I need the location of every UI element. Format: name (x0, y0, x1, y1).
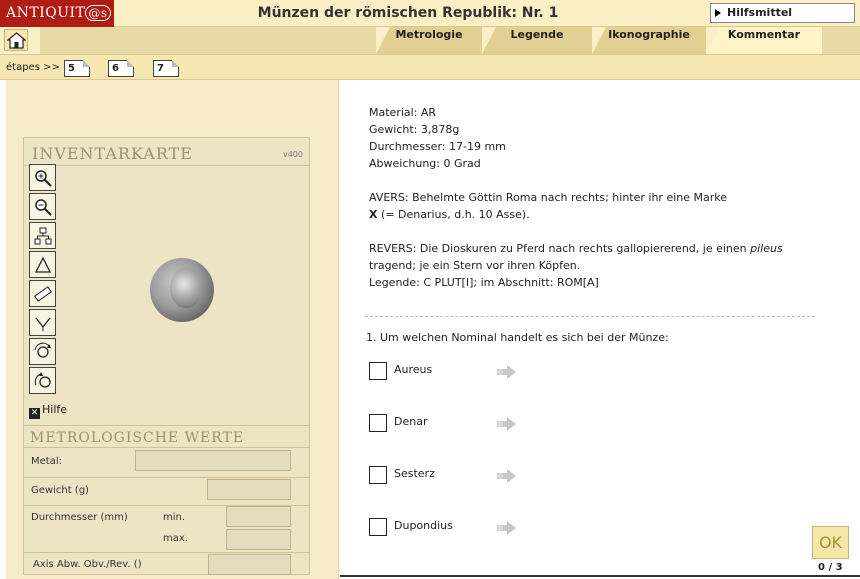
arrow-right-icon[interactable] (497, 469, 519, 483)
steps-bar: étapes >> 5 6 7 (0, 54, 860, 80)
checkbox-checked-icon: ✕ (29, 408, 40, 419)
ruler-button[interactable] (29, 280, 56, 307)
tab-label: Legende (510, 28, 564, 41)
hilfsmittel-dropdown[interactable]: Hilfsmittel (710, 3, 855, 23)
avers-text: AVERS: Behelmte Göttin Roma nach rechts;… (369, 191, 728, 204)
card-version: v400 (282, 150, 303, 159)
card-title: INVENTARKARTE (32, 144, 193, 163)
diameter-min-label: min. (163, 512, 186, 523)
tab-legende[interactable]: Legende (482, 27, 592, 54)
arrow-right-icon[interactable] (497, 417, 519, 431)
revers-prefix: REVERS: Die Dioskuren zu Pferd nach rech… (369, 242, 751, 255)
metrology-title: METROLOGISCHE WERTE (30, 430, 245, 446)
metal-row: Metal: (24, 447, 309, 477)
scale-button[interactable] (29, 309, 56, 336)
home-icon (7, 32, 26, 49)
weight-row: Gewicht (g) (24, 477, 309, 505)
triangle-icon (34, 256, 52, 273)
card-divider (24, 165, 309, 166)
bottom-scrollbar[interactable] (340, 575, 860, 577)
axis-field[interactable] (208, 554, 291, 575)
zoom-out-button[interactable] (29, 193, 56, 220)
page-title: Münzen der römischen Republik: Nr. 1 (257, 5, 559, 21)
coin-image[interactable] (150, 258, 214, 322)
option-checkbox[interactable] (369, 362, 387, 380)
flip-icon (34, 372, 51, 388)
option-label: Dupondius (394, 519, 453, 532)
option-label: Denar (394, 415, 428, 428)
tab-label: Ikonographie (608, 28, 690, 41)
axis-label: Axis Abw. Obv./Rev. () (33, 559, 142, 570)
zoom-out-icon (35, 199, 52, 216)
tab-label: Metrologie (395, 28, 463, 41)
weight-label: Gewicht (g) (31, 485, 89, 496)
metal-field[interactable] (135, 450, 291, 471)
diameter-max-field[interactable] (226, 529, 291, 550)
weight-text: Gewicht: 3,878g (369, 123, 460, 136)
option-checkbox[interactable] (369, 518, 387, 536)
revers-text: REVERS: Die Dioskuren zu Pferd nach rech… (369, 240, 849, 257)
option-checkbox[interactable] (369, 414, 387, 432)
triangle-button[interactable] (29, 251, 56, 278)
revers-text-2: tragend; je ein Stern vor ihren Köpfen. (369, 259, 581, 272)
tab-label: Kommentar (727, 28, 801, 41)
steps-label: étapes >> (6, 62, 60, 73)
flip-button[interactable] (29, 367, 56, 394)
logo-at: @s (85, 5, 111, 21)
diameter-max-label: max. (163, 533, 188, 544)
antiquitas-logo[interactable]: ANTIQUIT @s (0, 0, 114, 27)
step-5[interactable]: 5 (64, 60, 90, 77)
option-label: Aureus (394, 363, 433, 376)
home-button[interactable] (4, 29, 28, 51)
deviation-text: Abweichung: 0 Grad (369, 157, 481, 170)
play-triangle-icon (715, 9, 721, 17)
avers-denarius: (= Denarius, d.h. 10 Asse). (377, 208, 530, 221)
tab-kommentar[interactable]: Kommentar (706, 27, 822, 54)
avers-text-2: X (= Denarius, d.h. 10 Asse). (369, 206, 849, 223)
hilfe-checkbox[interactable]: ✕ Hilfe (29, 403, 67, 419)
option-checkbox[interactable] (369, 466, 387, 484)
arrow-right-icon[interactable] (497, 521, 519, 535)
zoom-in-button[interactable] (29, 164, 56, 191)
option-label: Sesterz (394, 467, 435, 480)
material-text: Material: AR (369, 106, 437, 119)
step-7[interactable]: 7 (153, 60, 179, 77)
ok-button[interactable]: OK (812, 526, 849, 559)
hilfe-label: Hilfe (42, 403, 68, 416)
hierarchy-button[interactable] (29, 222, 56, 249)
weight-field[interactable] (207, 479, 291, 500)
diameter-label: Durchmesser (mm) (31, 512, 128, 523)
rotate-button[interactable] (29, 338, 56, 365)
hierarchy-icon (34, 227, 52, 245)
arrow-right-icon[interactable] (497, 365, 519, 379)
coin-portrait (170, 268, 200, 308)
metal-label: Metal: (31, 456, 62, 467)
scale-icon (35, 317, 51, 331)
diameter-row: Durchmesser (mm) min. max. (24, 505, 309, 552)
axis-row: Axis Abw. Obv./Rev. () (24, 552, 309, 576)
logo-text: ANTIQUIT (6, 5, 86, 21)
hilfsmittel-label: Hilfsmittel (727, 6, 793, 19)
rotate-icon (34, 342, 51, 358)
revers-pileus: pileus (750, 242, 783, 255)
diameter-min-field[interactable] (226, 506, 291, 527)
zoom-in-icon (35, 170, 52, 187)
legend-text: Legende: C PLUT[I]; im Abschnitt: ROM[A] (369, 276, 599, 289)
diameter-text: Durchmesser: 17-19 mm (369, 140, 506, 153)
tab-metrologie[interactable]: Metrologie (376, 27, 482, 54)
step-6[interactable]: 6 (108, 60, 134, 77)
ruler-icon (34, 286, 52, 302)
tab-ikonographie[interactable]: Ikonographie (592, 27, 706, 54)
question-text: 1. Um welchen Nominal handelt es sich be… (366, 331, 669, 344)
metrology-divider (24, 425, 309, 426)
top-header: ANTIQUIT @s Münzen der römischen Republik… (0, 0, 860, 27)
inventory-card: INVENTARKARTE v400 ✕Hilfe METROLOGISCHE (23, 137, 310, 575)
dashed-divider (365, 316, 815, 317)
coin-description: Material: AR Gewicht: 3,878g Durchmesser… (369, 104, 849, 291)
page-counter: 0 / 3 (818, 562, 843, 573)
